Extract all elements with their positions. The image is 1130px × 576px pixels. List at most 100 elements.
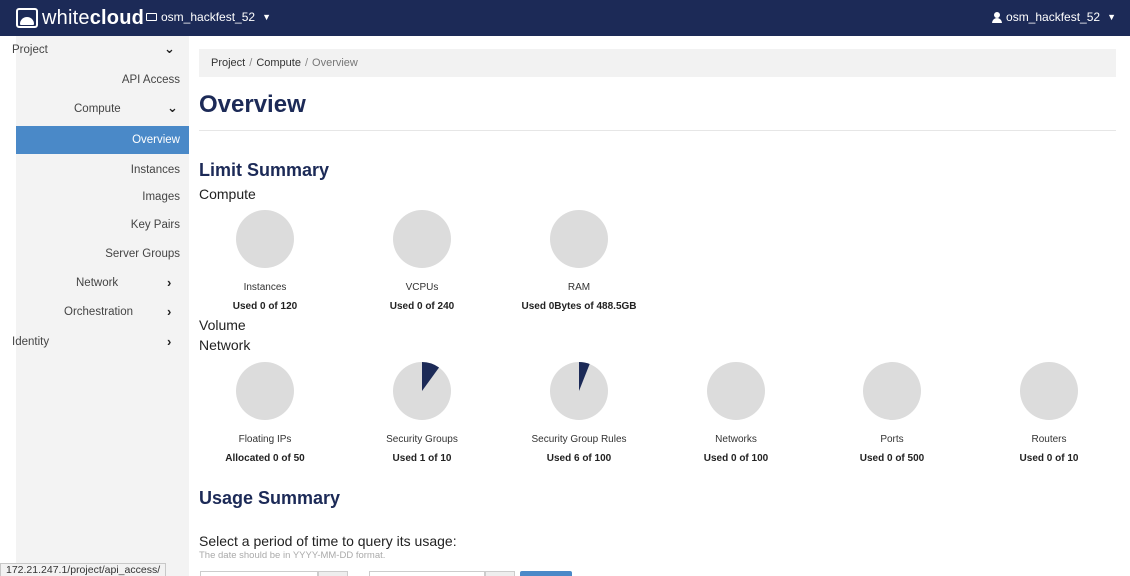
chevron-right-icon: ›: [167, 334, 172, 349]
pie-chart: [707, 362, 765, 420]
gauge-label: Ports: [880, 434, 904, 445]
gauge-label: Floating IPs: [238, 434, 292, 445]
sidebar-item-label: Project: [12, 44, 48, 56]
breadcrumb: Project / Compute / Overview: [199, 49, 1116, 77]
limit-summary-heading: Limit Summary: [199, 160, 330, 180]
sidebar-item-label: Key Pairs: [130, 219, 180, 231]
sidebar-item-api-access[interactable]: API Access: [16, 66, 189, 94]
pie-background: [863, 362, 921, 420]
volume-heading: Volume: [199, 317, 246, 333]
gauge-usage: Used 6 of 100: [546, 453, 612, 464]
top-navbar: whitecloud osm_hackfest_52 ▼ osm_hackfes…: [0, 0, 1130, 36]
pie-chart: [393, 210, 451, 268]
breadcrumb-separator: /: [304, 57, 309, 69]
gauge-usage: Used 1 of 10: [392, 453, 452, 464]
network-heading: Network: [199, 337, 251, 353]
gauge-instances: Instances Used 0 of 120: [205, 210, 325, 312]
breadcrumb-compute[interactable]: Compute: [256, 57, 301, 69]
project-name: osm_hackfest_52: [161, 10, 256, 24]
pie-background: [236, 362, 294, 420]
pie-background: [707, 362, 765, 420]
pie-chart: [236, 362, 294, 420]
gauge-label: Networks: [715, 434, 757, 445]
pie-background: [550, 210, 608, 268]
sidebar-item-orchestration[interactable]: Orchestration ›: [16, 298, 189, 326]
sidebar-item-overview[interactable]: Overview: [16, 126, 189, 154]
sidebar-item-server-groups[interactable]: Server Groups: [16, 240, 189, 268]
end-date-input[interactable]: [369, 571, 485, 576]
sidebar-item-images[interactable]: Images: [16, 183, 189, 211]
gauge-usage: Used 0 of 240: [389, 301, 455, 312]
compute-heading: Compute: [199, 186, 256, 202]
user-name: osm_hackfest_52: [1006, 10, 1101, 24]
sidebar-item-label: Server Groups: [105, 248, 180, 260]
gauge-usage: Used 0 of 500: [859, 453, 925, 464]
sidebar-item-label: Images: [142, 191, 180, 203]
gauge-label: Security Group Rules: [531, 434, 627, 445]
gauge-ram: RAM Used 0Bytes of 488.5GB: [504, 210, 654, 312]
page-title: Overview: [199, 91, 306, 118]
start-date-calendar-button[interactable]: [318, 571, 348, 576]
brand-logo[interactable]: whitecloud: [16, 5, 144, 31]
gauge-label: Instances: [243, 282, 287, 293]
pie-chart: [863, 362, 921, 420]
breadcrumb-project[interactable]: Project: [211, 57, 245, 69]
sidebar-item-label: Identity: [12, 336, 50, 348]
status-url-bar: 172.21.247.1/project/api_access/: [0, 563, 167, 576]
usage-summary-heading: Usage Summary: [199, 488, 341, 508]
gauge-security-group-rules: Security Group Rules Used 6 of 100: [519, 362, 639, 464]
gauge-usage: Used 0 of 10: [1019, 453, 1079, 464]
divider: [199, 130, 1116, 131]
pie-background: [236, 210, 294, 268]
gauge-ports: Ports Used 0 of 500: [832, 362, 952, 464]
project-switcher[interactable]: osm_hackfest_52 ▼: [146, 10, 271, 24]
query-period-heading: Select a period of time to query its usa…: [199, 533, 457, 549]
pie-chart: [550, 362, 608, 420]
gauge-floating-ips: Floating IPs Allocated 0 of 50: [205, 362, 325, 464]
submit-button[interactable]: [520, 571, 572, 576]
chevron-right-icon: ›: [167, 304, 172, 319]
start-date-input[interactable]: [200, 571, 318, 576]
gauge-vcpus: VCPUs Used 0 of 240: [362, 210, 482, 312]
pie-chart: [550, 210, 608, 268]
chevron-right-icon: ›: [167, 275, 172, 290]
breadcrumb-separator: /: [249, 57, 253, 69]
sidebar-item-key-pairs[interactable]: Key Pairs: [16, 211, 189, 239]
gauge-label: VCPUs: [405, 282, 439, 293]
caret-down-icon: ▼: [262, 12, 271, 22]
end-date-calendar-button[interactable]: [485, 571, 515, 576]
gauge-networks: Networks Used 0 of 100: [676, 362, 796, 464]
breadcrumb-current: Overview: [312, 57, 358, 69]
sidebar-item-label: Overview: [132, 134, 180, 146]
pie-chart: [393, 362, 451, 420]
sidebar-item-instances[interactable]: Instances: [16, 156, 189, 184]
gauge-usage: Used 0 of 120: [232, 301, 298, 312]
sidebar-item-project[interactable]: Project ⌄: [12, 36, 189, 64]
pie-chart: [1020, 362, 1078, 420]
chevron-down-icon: ⌄: [164, 41, 175, 56]
sidebar-item-network[interactable]: Network ›: [16, 269, 189, 297]
sidebar-item-label: Orchestration: [64, 306, 134, 318]
gauge-usage: Allocated 0 of 50: [225, 453, 305, 464]
project-icon: [146, 13, 157, 21]
sidebar-item-identity[interactable]: Identity ›: [12, 328, 189, 356]
sidebar-item-compute[interactable]: Compute ⌄: [16, 95, 189, 123]
sidebar-item-label: Compute: [74, 103, 121, 115]
gauge-routers: Routers Used 0 of 10: [989, 362, 1109, 464]
logo-text: whitecloud: [42, 6, 145, 29]
user-icon: [992, 11, 1003, 23]
pie-background: [393, 210, 451, 268]
gauge-label: RAM: [567, 282, 591, 293]
gauge-security-groups: Security Groups Used 1 of 10: [362, 362, 482, 464]
sidebar-item-label: Network: [76, 277, 119, 289]
gauge-usage: Used 0 of 100: [703, 453, 769, 464]
sidebar-item-label: Instances: [130, 164, 180, 176]
gauge-label: Security Groups: [386, 434, 458, 445]
gauge-label: Routers: [1031, 434, 1067, 445]
cloud-logo-icon: [16, 8, 38, 28]
chevron-down-icon: ⌄: [167, 100, 178, 115]
date-format-help: The date should be in YYYY-MM-DD format.: [199, 550, 386, 561]
caret-down-icon: ▼: [1107, 12, 1116, 22]
sidebar-nav: Project ⌄ API Access Compute ⌄ Overview …: [12, 36, 189, 576]
user-menu[interactable]: osm_hackfest_52 ▼: [992, 10, 1116, 24]
